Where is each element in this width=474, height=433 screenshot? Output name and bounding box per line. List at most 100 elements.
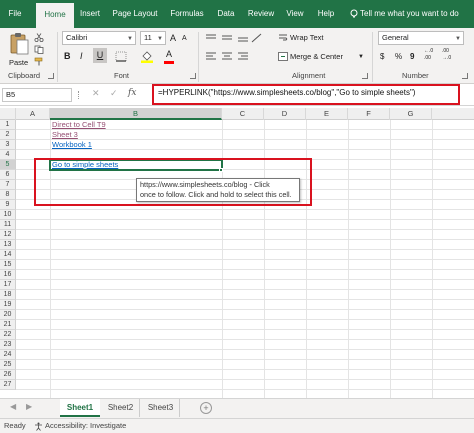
copy-icon[interactable] bbox=[34, 45, 44, 54]
currency-button[interactable]: $ bbox=[380, 51, 384, 63]
number-format-value: General bbox=[382, 33, 409, 42]
tab-view[interactable]: View bbox=[284, 0, 306, 28]
bold-button[interactable]: B bbox=[64, 50, 71, 62]
tell-me-search[interactable]: Tell me what you want to do bbox=[360, 0, 459, 28]
merge-center-button[interactable]: Merge & Center bbox=[290, 51, 343, 63]
row-header-22[interactable]: 22 bbox=[0, 330, 16, 340]
number-dialog-launcher[interactable] bbox=[462, 73, 468, 79]
column-header-g[interactable]: G bbox=[390, 108, 432, 120]
fill-color-icon[interactable] bbox=[140, 50, 154, 63]
font-name-dropdown[interactable]: Calibri ▼ bbox=[62, 31, 136, 45]
alignment-dialog-launcher[interactable] bbox=[362, 73, 368, 79]
row-header-2[interactable]: 2 bbox=[0, 130, 16, 140]
gridline bbox=[390, 120, 391, 398]
insert-function-icon[interactable]: fx bbox=[128, 88, 136, 98]
add-sheet-button[interactable]: + bbox=[200, 402, 212, 414]
column-header-c[interactable]: C bbox=[222, 108, 264, 120]
row-header-21[interactable]: 21 bbox=[0, 320, 16, 330]
cut-icon[interactable] bbox=[34, 33, 44, 42]
row-header-13[interactable]: 13 bbox=[0, 240, 16, 250]
row-header-18[interactable]: 18 bbox=[0, 290, 16, 300]
font-name-value: Calibri bbox=[66, 33, 88, 42]
chevron-down-icon[interactable]: ▼ bbox=[358, 51, 364, 63]
clipboard-dialog-launcher[interactable] bbox=[48, 73, 54, 79]
row-header-15[interactable]: 15 bbox=[0, 260, 16, 270]
row-header-3[interactable]: 3 bbox=[0, 140, 16, 150]
column-header-b[interactable]: B bbox=[50, 108, 222, 120]
name-box[interactable]: B5 bbox=[2, 88, 72, 102]
paste-button[interactable]: Paste bbox=[9, 57, 28, 69]
font-dialog-launcher[interactable] bbox=[190, 73, 196, 79]
sheet-tab-2[interactable]: Sheet2 bbox=[102, 399, 140, 417]
row-header-14[interactable]: 14 bbox=[0, 250, 16, 260]
row-header-27[interactable]: 27 bbox=[0, 380, 16, 390]
gridline bbox=[16, 339, 474, 340]
accessibility-status[interactable]: Accessibility: Investigate bbox=[45, 421, 126, 430]
decrease-decimal-button[interactable]: .00 →.0 bbox=[442, 48, 456, 62]
spreadsheet-grid[interactable]: A B C D E F G 1 2 3 4 5 6 7 8 9 10 11 12 13 14 15 16 17 1… bbox=[0, 108, 474, 398]
cell-b2[interactable]: Sheet 3 bbox=[52, 130, 78, 140]
font-color-button[interactable]: A bbox=[166, 48, 172, 60]
column-header-e[interactable]: E bbox=[306, 108, 348, 120]
row-header-7[interactable]: 7 bbox=[0, 180, 16, 190]
column-header-a[interactable]: A bbox=[16, 108, 50, 120]
font-group-label: Font bbox=[114, 71, 130, 80]
gridline bbox=[16, 209, 474, 210]
row-header-9[interactable]: 9 bbox=[0, 200, 16, 210]
tab-page-layout[interactable]: Page Layout bbox=[110, 0, 160, 28]
gridline bbox=[16, 249, 474, 250]
row-header-23[interactable]: 23 bbox=[0, 340, 16, 350]
cell-b1[interactable]: Direct to Cell T9 bbox=[52, 120, 106, 130]
row-header-16[interactable]: 16 bbox=[0, 270, 16, 280]
select-all-corner[interactable] bbox=[0, 108, 16, 120]
row-header-11[interactable]: 11 bbox=[0, 220, 16, 230]
percent-button[interactable]: % bbox=[395, 51, 402, 63]
increase-decimal-button[interactable]: ←.0 .00 bbox=[424, 48, 438, 62]
sheet-tab-1[interactable]: Sheet1 bbox=[60, 399, 100, 417]
tab-home[interactable]: Home bbox=[36, 3, 74, 28]
italic-button[interactable]: I bbox=[80, 50, 83, 62]
format-painter-icon[interactable] bbox=[34, 57, 44, 66]
font-size-dropdown[interactable]: 11 ▼ bbox=[140, 31, 166, 45]
row-header-10[interactable]: 10 bbox=[0, 210, 16, 220]
prev-sheet-icon[interactable]: ◀ bbox=[10, 402, 16, 411]
row-header-26[interactable]: 26 bbox=[0, 370, 16, 380]
tab-help[interactable]: Help bbox=[316, 0, 336, 28]
tab-data[interactable]: Data bbox=[214, 0, 238, 28]
paste-icon[interactable] bbox=[8, 32, 30, 56]
row-header-8[interactable]: 8 bbox=[0, 190, 16, 200]
increase-font-size-button[interactable]: A bbox=[170, 32, 176, 44]
row-header-20[interactable]: 20 bbox=[0, 310, 16, 320]
row-header-25[interactable]: 25 bbox=[0, 360, 16, 370]
alignment-icons[interactable] bbox=[204, 32, 264, 66]
next-sheet-icon[interactable]: ▶ bbox=[26, 402, 32, 411]
borders-icon[interactable] bbox=[115, 51, 127, 62]
row-header-5[interactable]: 5 bbox=[0, 160, 16, 170]
column-header-d[interactable]: D bbox=[264, 108, 306, 120]
cell-b3[interactable]: Workbook 1 bbox=[52, 140, 92, 150]
underline-button[interactable]: U bbox=[93, 48, 107, 63]
gridline bbox=[16, 259, 474, 260]
sheet-tab-3[interactable]: Sheet3 bbox=[142, 399, 180, 417]
row-header-12[interactable]: 12 bbox=[0, 230, 16, 240]
comma-style-button[interactable]: 9 bbox=[410, 51, 414, 63]
tab-file[interactable]: File bbox=[4, 0, 26, 28]
row-header-19[interactable]: 19 bbox=[0, 300, 16, 310]
ribbon-tab-bar: File Home Insert Page Layout Formulas Da… bbox=[0, 0, 474, 28]
wrap-text-button[interactable]: Wrap Text bbox=[290, 32, 324, 44]
chevron-down-icon: ▼ bbox=[127, 36, 133, 42]
tab-insert[interactable]: Insert bbox=[76, 0, 104, 28]
enter-icon[interactable]: ✓ bbox=[110, 88, 118, 99]
row-header-17[interactable]: 17 bbox=[0, 280, 16, 290]
row-header-4[interactable]: 4 bbox=[0, 150, 16, 160]
column-header-f[interactable]: F bbox=[348, 108, 390, 120]
row-header-1[interactable]: 1 bbox=[0, 120, 16, 130]
cancel-icon[interactable]: ✕ bbox=[92, 88, 100, 99]
row-header-24[interactable]: 24 bbox=[0, 350, 16, 360]
row-header-6[interactable]: 6 bbox=[0, 170, 16, 180]
tab-formulas[interactable]: Formulas bbox=[168, 0, 206, 28]
number-format-dropdown[interactable]: General ▼ bbox=[378, 31, 464, 45]
decrease-font-size-button[interactable]: A bbox=[182, 33, 187, 45]
tab-review[interactable]: Review bbox=[246, 0, 276, 28]
gridline bbox=[16, 219, 474, 220]
